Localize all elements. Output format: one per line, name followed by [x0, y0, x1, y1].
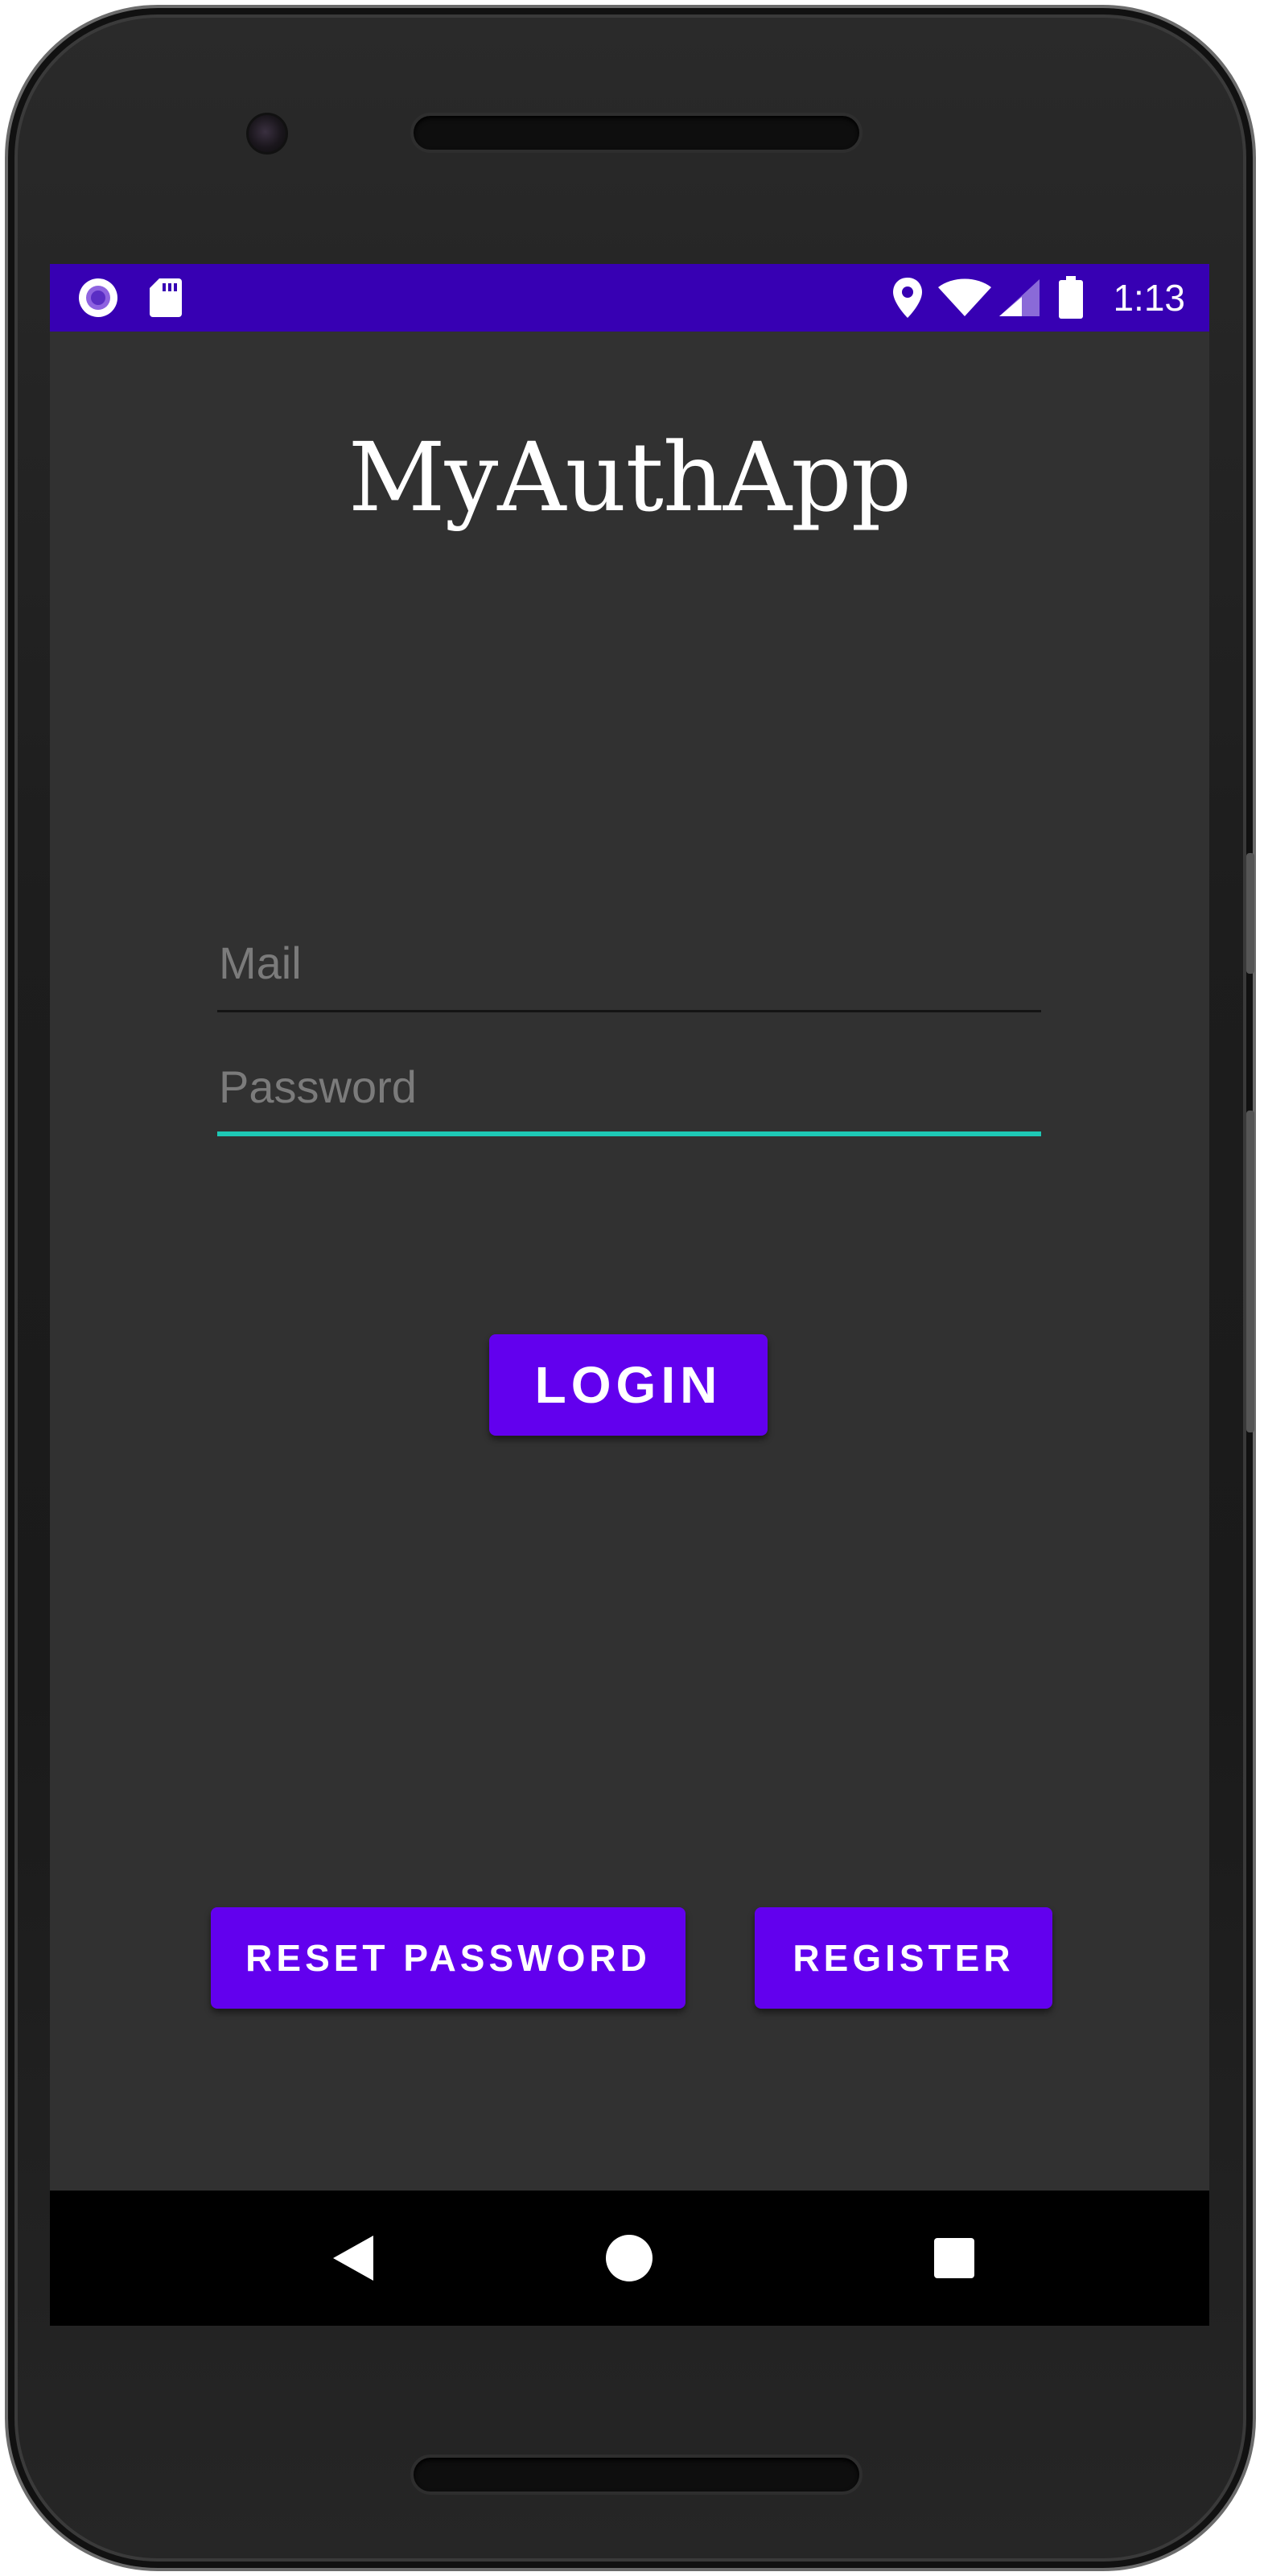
- back-icon[interactable]: [312, 2218, 393, 2298]
- password-input[interactable]: [217, 1048, 1041, 1136]
- location-pin-icon: [891, 264, 924, 332]
- login-button[interactable]: LOGIN: [489, 1334, 768, 1436]
- mail-input[interactable]: [217, 924, 1041, 1012]
- app-title: MyAuthApp: [348, 422, 912, 533]
- navigation-bar: [50, 2191, 1209, 2326]
- password-field[interactable]: [217, 1048, 1041, 1136]
- volume-button: [1246, 1111, 1254, 1432]
- status-time: 1:13: [1113, 277, 1185, 319]
- password-underline: [217, 1131, 1041, 1136]
- front-camera: [246, 113, 288, 155]
- reset-password-button[interactable]: RESET PASSWORD: [211, 1907, 686, 2009]
- cell-signal-icon: [998, 264, 1041, 332]
- sd-card-icon: [148, 264, 183, 332]
- top-speaker: [410, 113, 863, 153]
- home-icon[interactable]: [589, 2218, 669, 2298]
- notification-circle-icon: [76, 264, 121, 332]
- register-button[interactable]: REGISTER: [755, 1907, 1052, 2009]
- mail-field[interactable]: [217, 924, 1041, 1012]
- login-screen: MyAuthApp LOGIN RESET PASSWORD REGISTER: [50, 332, 1209, 2191]
- wifi-icon: [937, 264, 993, 332]
- power-button: [1246, 853, 1254, 974]
- recents-icon[interactable]: [914, 2218, 994, 2298]
- mail-underline: [217, 1010, 1041, 1012]
- device-screen: 1:13 MyAuthApp LOGIN RESET PASSWORD REGI…: [50, 264, 1209, 2326]
- battery-icon: [1057, 264, 1085, 332]
- bottom-speaker: [410, 2454, 863, 2495]
- status-bar: 1:13: [50, 264, 1209, 332]
